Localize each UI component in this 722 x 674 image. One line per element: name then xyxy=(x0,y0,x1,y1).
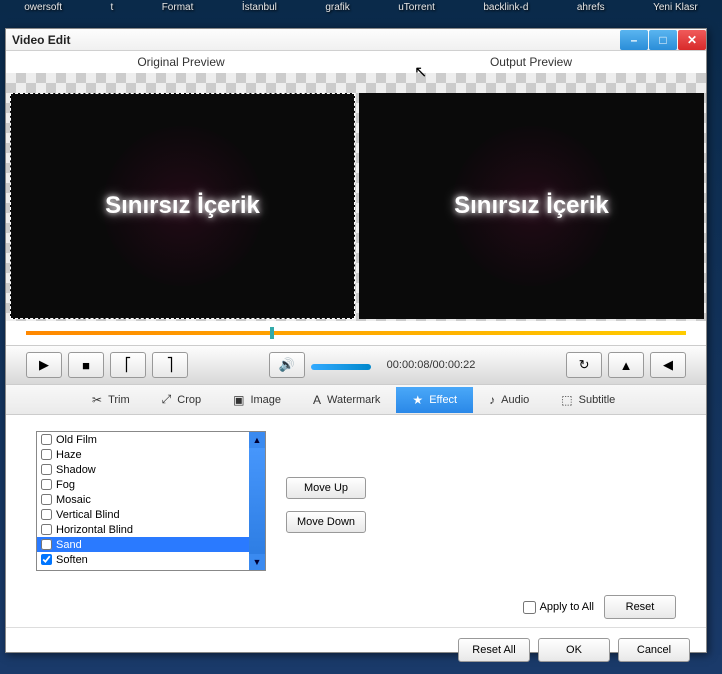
audio-icon: ♪ xyxy=(489,393,495,407)
timeline[interactable] xyxy=(6,321,706,345)
effect-label: Fog xyxy=(56,479,75,491)
effect-item[interactable]: Old Film xyxy=(37,432,249,447)
window-title: Video Edit xyxy=(12,33,619,47)
desktop-icon-label[interactable]: uTorrent xyxy=(393,2,440,13)
effect-item[interactable]: Sand xyxy=(37,537,249,552)
close-button[interactable]: ✕ xyxy=(678,30,706,50)
effect-label: Haze xyxy=(56,449,82,461)
effect-panel: Old Film Haze Shadow Fog Mosaic Vertical Blin… xyxy=(6,415,706,595)
move-up-button[interactable]: Move Up xyxy=(286,477,366,499)
trim-start-button[interactable]: ⎡ xyxy=(110,352,146,378)
desktop-icon-label[interactable]: Format xyxy=(157,2,199,13)
volume-slider[interactable] xyxy=(311,364,371,370)
apply-to-all-input[interactable] xyxy=(523,601,536,614)
effect-checkbox[interactable] xyxy=(41,539,52,550)
volume-button[interactable]: 🔊 xyxy=(269,352,305,378)
effect-label: Old Film xyxy=(56,434,97,446)
tab-effect[interactable]: ★ Effect xyxy=(396,387,473,413)
original-preview[interactable]: Sınırsız İçerik xyxy=(10,93,355,319)
desktop-icon-label[interactable]: owersoft xyxy=(19,2,67,13)
effect-checkbox[interactable] xyxy=(41,554,52,565)
desktop-icon-label[interactable]: t xyxy=(105,2,118,13)
output-preview[interactable]: Sınırsız İçerik xyxy=(359,93,704,319)
tab-audio[interactable]: ♪ Audio xyxy=(473,387,545,413)
tab-crop[interactable]: ⤢ Crop xyxy=(146,386,217,413)
ok-button[interactable]: OK xyxy=(538,638,610,662)
reset-all-button[interactable]: Reset All xyxy=(458,638,530,662)
desktop-icon-label[interactable]: Yeni Klasr xyxy=(648,2,703,13)
watermark-icon: A xyxy=(313,393,321,407)
subtitle-icon: ⬚ xyxy=(561,393,572,407)
effect-icon: ★ xyxy=(412,393,423,407)
effect-label: Sand xyxy=(56,539,82,551)
effect-list: Old Film Haze Shadow Fog Mosaic Vertical Blin… xyxy=(36,431,266,571)
effect-checkbox[interactable] xyxy=(41,494,52,505)
effect-item[interactable]: Horizontal Blind xyxy=(37,522,249,537)
effect-checkbox[interactable] xyxy=(41,464,52,475)
effect-label: Soften xyxy=(56,554,88,566)
playback-controls: ▶ ■ ⎡ ⎤ 🔊 00:00:08/00:00:22 ↻ ▲ ◀ xyxy=(6,345,706,385)
crop-icon: ⤢ xyxy=(162,392,172,407)
tab-subtitle[interactable]: ⬚ Subtitle xyxy=(545,387,631,413)
tab-bar: ✂ Trim ⤢ Crop ▣ Image A Watermark ★ Effect ♪ Audio ⬚… xyxy=(6,385,706,415)
effect-item[interactable]: Soften xyxy=(37,552,249,567)
desktop-icon-label[interactable]: grafik xyxy=(320,2,354,13)
tab-label: Crop xyxy=(177,394,201,406)
effect-item[interactable]: Fog xyxy=(37,477,249,492)
titlebar[interactable]: Video Edit – □ ✕ xyxy=(6,29,706,51)
trim-icon: ✂ xyxy=(92,393,102,407)
tab-watermark[interactable]: A Watermark xyxy=(297,387,396,413)
image-icon: ▣ xyxy=(233,393,244,407)
cancel-button[interactable]: Cancel xyxy=(618,638,690,662)
effect-item[interactable]: Mosaic xyxy=(37,492,249,507)
scrollbar[interactable]: ▲ ▼ xyxy=(249,432,265,570)
timeline-bar[interactable] xyxy=(26,331,686,335)
stop-button[interactable]: ■ xyxy=(68,352,104,378)
maximize-button[interactable]: □ xyxy=(649,30,677,50)
effect-item[interactable]: Haze xyxy=(37,447,249,462)
desktop-icon-label[interactable]: ahrefs xyxy=(572,2,610,13)
tab-label: Audio xyxy=(501,394,529,406)
preview-text: Sınırsız İçerik xyxy=(454,192,609,220)
flip-horizontal-button[interactable]: ▲ xyxy=(608,352,644,378)
effect-checkbox[interactable] xyxy=(41,434,52,445)
scroll-up-arrow[interactable]: ▲ xyxy=(249,432,265,448)
original-preview-label: Original Preview xyxy=(6,55,356,69)
effect-item[interactable]: Vertical Blind xyxy=(37,507,249,522)
reset-button[interactable]: Reset xyxy=(604,595,676,619)
effect-checkbox[interactable] xyxy=(41,509,52,520)
tab-trim[interactable]: ✂ Trim xyxy=(76,387,146,413)
play-button[interactable]: ▶ xyxy=(26,352,62,378)
minimize-button[interactable]: – xyxy=(620,30,648,50)
effect-label: Vertical Blind xyxy=(56,509,120,521)
trim-end-button[interactable]: ⎤ xyxy=(152,352,188,378)
effect-label: Mosaic xyxy=(56,494,91,506)
preview-text: Sınırsız İçerik xyxy=(105,192,260,220)
rotate-button[interactable]: ↻ xyxy=(566,352,602,378)
video-edit-window: Video Edit – □ ✕ Original Preview Output… xyxy=(5,28,707,653)
tab-label: Image xyxy=(250,394,281,406)
effect-checkbox[interactable] xyxy=(41,479,52,490)
apply-to-all-checkbox[interactable]: Apply to All xyxy=(523,601,594,614)
tab-image[interactable]: ▣ Image xyxy=(217,387,297,413)
effect-label: Horizontal Blind xyxy=(56,524,133,536)
effect-checkbox[interactable] xyxy=(41,449,52,460)
preview-area: Sınırsız İçerik Sınırsız İçerik xyxy=(6,73,706,321)
output-preview-label: Output Preview xyxy=(356,55,706,69)
move-down-button[interactable]: Move Down xyxy=(286,511,366,533)
tab-label: Subtitle xyxy=(579,394,616,406)
effect-item[interactable]: Shadow xyxy=(37,462,249,477)
tab-label: Effect xyxy=(429,394,457,406)
effect-checkbox[interactable] xyxy=(41,524,52,535)
desktop-icon-label[interactable]: backlink-d xyxy=(478,2,533,13)
timeline-playhead[interactable] xyxy=(270,327,274,339)
tab-label: Watermark xyxy=(327,394,380,406)
tab-label: Trim xyxy=(108,394,130,406)
flip-vertical-button[interactable]: ◀ xyxy=(650,352,686,378)
desktop-icon-label[interactable]: İstanbul xyxy=(237,2,282,13)
effect-label: Shadow xyxy=(56,464,96,476)
scroll-down-arrow[interactable]: ▼ xyxy=(249,554,265,570)
time-display: 00:00:08/00:00:22 xyxy=(387,359,476,371)
desktop-icons-row: owersoft t Format İstanbul grafik uTorre… xyxy=(0,2,722,13)
